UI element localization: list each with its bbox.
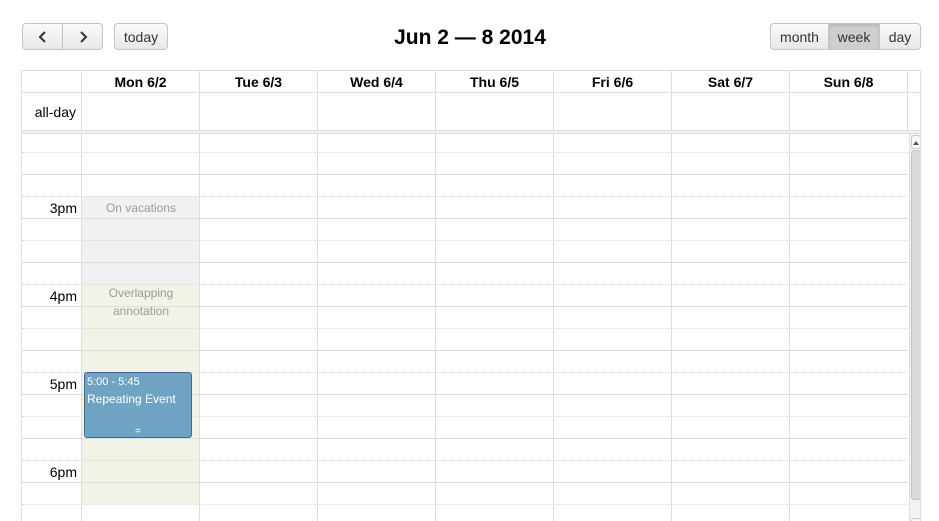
- time-grid: On vacations Overlapping annotation 3pm …: [22, 134, 920, 521]
- allday-cell-sat[interactable]: [671, 93, 789, 131]
- allday-cell-wed[interactable]: [317, 93, 435, 131]
- time-label-4pm: 4pm: [49, 288, 77, 304]
- week-view-button[interactable]: week: [828, 23, 880, 50]
- scroll-up-arrow-icon[interactable]: [911, 135, 920, 149]
- slot-line: [22, 174, 908, 175]
- allday-cell-thu[interactable]: [435, 93, 553, 131]
- column-header-sun: Sun 6/8: [789, 71, 907, 93]
- column-header-fri: Fri 6/6: [553, 71, 671, 93]
- allday-label: all-day: [34, 104, 76, 120]
- column-divider: [671, 134, 672, 521]
- column-header-tue: Tue 6/3: [199, 71, 317, 93]
- vacation-label: On vacations: [105, 201, 177, 215]
- calendar-event[interactable]: 5:00 - 5:45 Repeating Event =: [84, 372, 192, 438]
- slot-line: [22, 350, 908, 351]
- column-divider: [199, 134, 200, 521]
- allday-cell-tue[interactable]: [199, 93, 317, 131]
- slot-line: [22, 240, 908, 241]
- column-divider: [435, 134, 436, 521]
- column-divider: [553, 134, 554, 521]
- allday-spacer: [907, 93, 920, 131]
- week-calendar: Mon 6/2 Tue 6/3 Wed 6/4 Thu 6/5 Fri 6/6 …: [21, 70, 921, 521]
- chevron-right-icon: [78, 30, 88, 43]
- overlap-label: Overlapping annotation: [108, 286, 174, 318]
- today-button[interactable]: today: [114, 23, 168, 50]
- slot-line: [22, 284, 908, 285]
- header-spacer: [907, 71, 920, 93]
- column-divider: [789, 134, 790, 521]
- month-view-button[interactable]: month: [770, 23, 829, 50]
- scrollbar-thumb[interactable]: [911, 150, 920, 500]
- column-header-wed: Wed 6/4: [317, 71, 435, 93]
- event-time: 5:00 - 5:45: [87, 376, 140, 388]
- next-button[interactable]: [62, 23, 103, 50]
- slot-line: [22, 460, 908, 461]
- day-header-row: Mon 6/2 Tue 6/3 Wed 6/4 Thu 6/5 Fri 6/6 …: [22, 71, 920, 93]
- column-divider: [317, 134, 318, 521]
- slot-line: [22, 328, 908, 329]
- slot-line: [22, 152, 908, 153]
- column-header-sat: Sat 6/7: [671, 71, 789, 93]
- day-view-button[interactable]: day: [879, 23, 921, 50]
- column-divider: [81, 134, 82, 521]
- column-header-mon: Mon 6/2: [81, 71, 199, 93]
- time-label-5pm: 5pm: [49, 376, 77, 392]
- chevron-left-icon: [38, 30, 48, 43]
- column-header-thu: Thu 6/5: [435, 71, 553, 93]
- event-title: Repeating Event: [87, 392, 176, 406]
- allday-cell-mon[interactable]: [81, 93, 199, 131]
- allday-cell-sun[interactable]: [789, 93, 907, 131]
- slot-line: [22, 482, 908, 483]
- slot-line: [22, 218, 908, 219]
- event-resize-handle[interactable]: =: [85, 427, 191, 437]
- slot-line: [22, 438, 908, 439]
- time-label-3pm: 3pm: [49, 200, 77, 216]
- allday-cell-fri[interactable]: [553, 93, 671, 131]
- time-label-6pm: 6pm: [49, 464, 77, 480]
- allday-row: all-day: [22, 93, 920, 131]
- calendar-title: Jun 2 — 8 2014: [394, 26, 546, 49]
- vertical-scrollbar[interactable]: [909, 134, 920, 521]
- slot-line: [22, 262, 908, 263]
- prev-button[interactable]: [22, 23, 63, 50]
- slot-line: [22, 504, 908, 505]
- slot-line: [22, 196, 908, 197]
- slot-line: [22, 306, 908, 307]
